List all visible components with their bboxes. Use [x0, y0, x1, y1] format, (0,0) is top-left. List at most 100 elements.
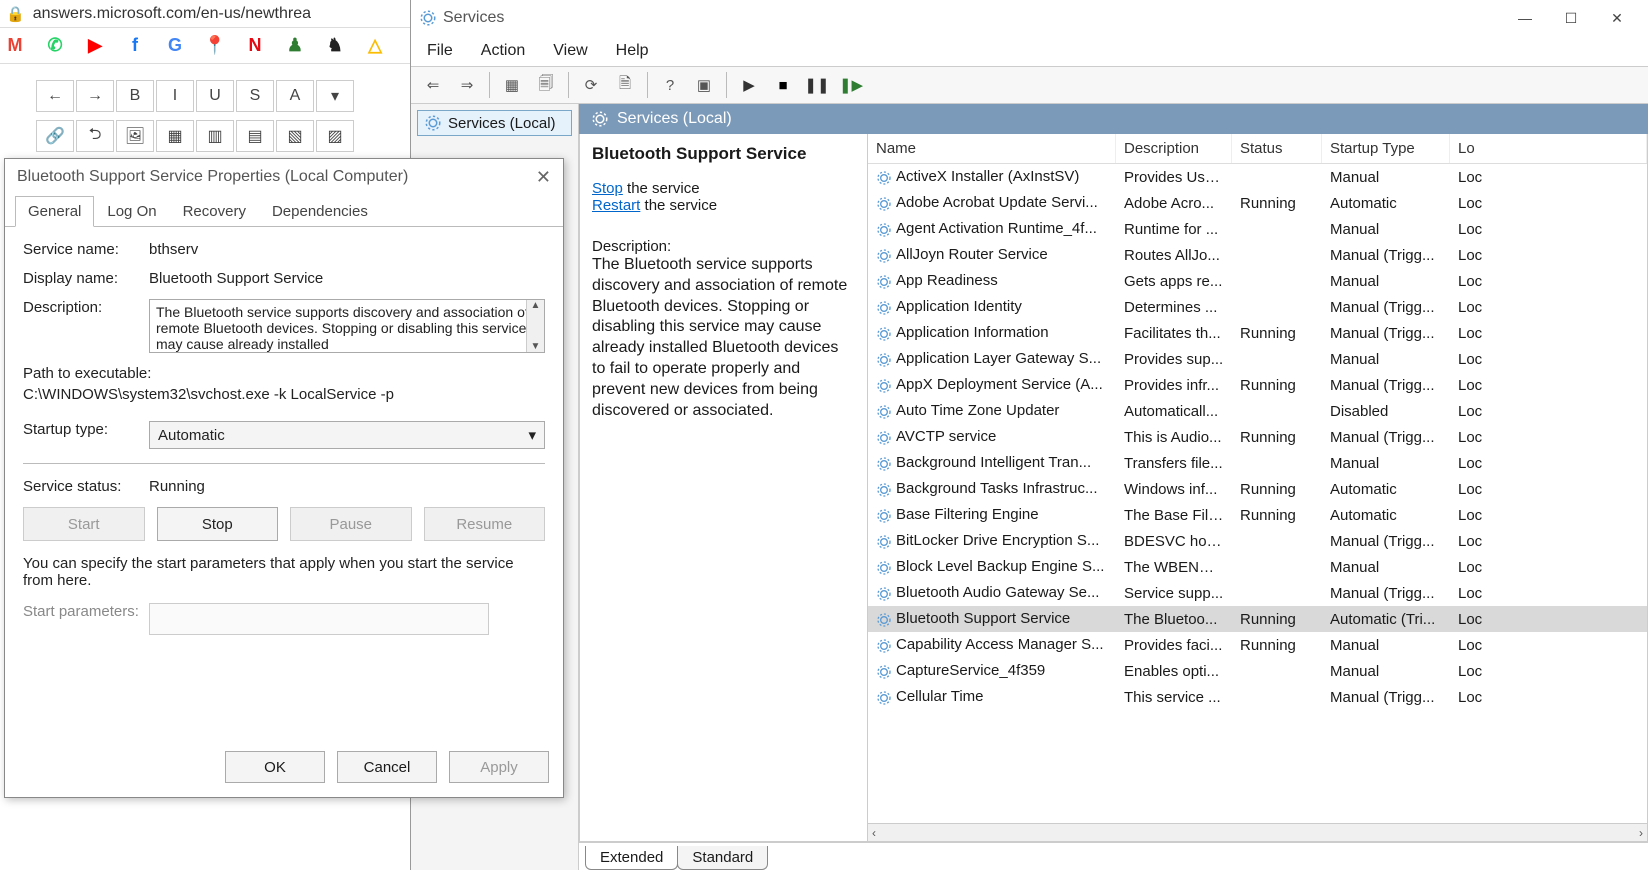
service-row[interactable]: Adobe Acrobat Update Servi...Adobe Acro.… — [868, 190, 1647, 216]
service-row[interactable]: Application IdentityDetermines ...Manual… — [868, 294, 1647, 320]
editor-tool[interactable]: ← — [36, 80, 74, 112]
close-button[interactable]: ✕ — [1594, 3, 1640, 33]
col-status[interactable]: Status — [1232, 134, 1322, 163]
results-pane-header: Services (Local) — [579, 104, 1648, 134]
col-name[interactable]: Name — [868, 134, 1116, 163]
editor-tool[interactable]: 🖼 — [116, 120, 154, 152]
service-row[interactable]: Cellular TimeThis service ...Manual (Tri… — [868, 684, 1647, 710]
service-row[interactable]: Block Level Backup Engine S...The WBENGI… — [868, 554, 1647, 580]
toolbar-refresh[interactable]: ⟳ — [577, 71, 605, 99]
bookmark-chess-pawn[interactable]: ♟ — [284, 35, 306, 57]
service-status-value: Running — [149, 478, 545, 495]
service-row[interactable]: Auto Time Zone UpdaterAutomaticall...Dis… — [868, 398, 1647, 424]
description-label: Description: — [23, 299, 149, 353]
start-button[interactable]: Start — [23, 507, 145, 541]
dialog-tab-general[interactable]: General — [15, 196, 94, 227]
toolbar-forward[interactable]: ⇒ — [453, 71, 481, 99]
description-scrollbar[interactable]: ▲▼ — [526, 300, 544, 352]
apply-button[interactable]: Apply — [449, 751, 549, 783]
editor-tool[interactable]: ▥ — [196, 120, 234, 152]
dialog-tabs: GeneralLog OnRecoveryDependencies — [5, 195, 563, 227]
dialog-tab-log-on[interactable]: Log On — [94, 196, 169, 227]
editor-tool[interactable]: ▧ — [276, 120, 314, 152]
service-row[interactable]: App ReadinessGets apps re...ManualLoc — [868, 268, 1647, 294]
toolbar-restart[interactable]: ❚▶ — [837, 71, 865, 99]
service-row[interactable]: Base Filtering EngineThe Base Filt...Run… — [868, 502, 1647, 528]
menu-action[interactable]: Action — [481, 42, 525, 60]
bookmark-whatsapp[interactable]: ✆ — [44, 35, 66, 57]
horizontal-scrollbar[interactable]: ‹› — [868, 823, 1647, 841]
toolbar-export-list[interactable]: 🗐 — [532, 71, 560, 99]
toolbar-action-pane[interactable]: ▣ — [690, 71, 718, 99]
stop-link[interactable]: Stop — [592, 180, 623, 197]
toolbar-help[interactable]: ? — [656, 71, 684, 99]
toolbar-back[interactable]: ⇐ — [419, 71, 447, 99]
bookmark-google-maps[interactable]: M — [4, 35, 26, 57]
service-row[interactable]: AVCTP serviceThis is Audio...RunningManu… — [868, 424, 1647, 450]
tab-standard[interactable]: Standard — [677, 846, 768, 870]
service-row[interactable]: Agent Activation Runtime_4f...Runtime fo… — [868, 216, 1647, 242]
service-row[interactable]: Capability Access Manager S...Provides f… — [868, 632, 1647, 658]
service-row[interactable]: CaptureService_4f359Enables opti...Manua… — [868, 658, 1647, 684]
menu-view[interactable]: View — [553, 42, 587, 60]
toolbar-properties[interactable]: 🗎 — [611, 71, 639, 99]
stop-button[interactable]: Stop — [157, 507, 279, 541]
toolbar-start[interactable]: ▶ — [735, 71, 763, 99]
editor-tool[interactable]: ▾ — [316, 80, 354, 112]
editor-tool[interactable]: ▨ — [316, 120, 354, 152]
menu-help[interactable]: Help — [616, 42, 649, 60]
dialog-tab-recovery[interactable]: Recovery — [170, 196, 259, 227]
col-logon[interactable]: Lo — [1450, 134, 1647, 163]
editor-tool[interactable]: I — [156, 80, 194, 112]
pause-button[interactable]: Pause — [290, 507, 412, 541]
gear-icon — [876, 612, 892, 628]
service-row[interactable]: Background Tasks Infrastruc...Windows in… — [868, 476, 1647, 502]
maximize-button[interactable]: ☐ — [1548, 3, 1594, 33]
bookmark-facebook[interactable]: f — [124, 35, 146, 57]
service-row[interactable]: Application InformationFacilitates th...… — [868, 320, 1647, 346]
editor-tool[interactable]: ▤ — [236, 120, 274, 152]
list-header[interactable]: Name Description Status Startup Type Lo — [868, 134, 1647, 164]
service-row[interactable]: BitLocker Drive Encryption S...BDESVC ho… — [868, 528, 1647, 554]
resume-button[interactable]: Resume — [424, 507, 546, 541]
service-row[interactable]: AppX Deployment Service (A...Provides in… — [868, 372, 1647, 398]
bookmark-chess-knight[interactable]: ♞ — [324, 35, 346, 57]
menu-file[interactable]: File — [427, 42, 453, 60]
toolbar-show-hide-tree[interactable]: ▦ — [498, 71, 526, 99]
editor-tool[interactable]: ⮌ — [76, 120, 114, 152]
bookmark-google-drive[interactable]: △ — [364, 35, 386, 57]
service-row[interactable]: Bluetooth Audio Gateway Se...Service sup… — [868, 580, 1647, 606]
service-row[interactable]: Bluetooth Support ServiceThe Bluetoo...R… — [868, 606, 1647, 632]
ok-button[interactable]: OK — [225, 751, 325, 783]
editor-tool[interactable]: → — [76, 80, 114, 112]
bookmark-netflix[interactable]: N — [244, 35, 266, 57]
service-row[interactable]: Application Layer Gateway S...Provides s… — [868, 346, 1647, 372]
service-row[interactable]: ActiveX Installer (AxInstSV)Provides Use… — [868, 164, 1647, 190]
close-icon[interactable]: ✕ — [536, 167, 551, 188]
editor-tool[interactable]: A — [276, 80, 314, 112]
editor-tool[interactable]: U — [196, 80, 234, 112]
col-description[interactable]: Description — [1116, 134, 1232, 163]
service-row[interactable]: AllJoyn Router ServiceRoutes AllJo...Man… — [868, 242, 1647, 268]
startup-type-combo[interactable]: Automatic ▾ — [149, 421, 545, 449]
editor-tool[interactable]: S — [236, 80, 274, 112]
cancel-button[interactable]: Cancel — [337, 751, 437, 783]
tree-node-services-local[interactable]: Services (Local) — [417, 110, 572, 136]
bookmark-maps-pin[interactable]: 📍 — [204, 35, 226, 57]
start-params-input[interactable] — [149, 603, 489, 635]
tab-extended[interactable]: Extended — [585, 846, 678, 870]
editor-tool[interactable]: B — [116, 80, 154, 112]
bookmark-youtube[interactable]: ▶ — [84, 35, 106, 57]
dialog-tab-dependencies[interactable]: Dependencies — [259, 196, 381, 227]
toolbar-pause[interactable]: ❚❚ — [803, 71, 831, 99]
editor-tool[interactable]: 🔗 — [36, 120, 74, 152]
description-textbox[interactable]: The Bluetooth service supports discovery… — [149, 299, 545, 353]
service-row[interactable]: Background Intelligent Tran...Transfers … — [868, 450, 1647, 476]
minimize-button[interactable]: — — [1502, 3, 1548, 33]
toolbar-stop[interactable]: ■ — [769, 71, 797, 99]
col-startup-type[interactable]: Startup Type — [1322, 134, 1450, 163]
restart-link[interactable]: Restart — [592, 197, 640, 214]
separator — [23, 463, 545, 464]
bookmark-google-translate[interactable]: G — [164, 35, 186, 57]
editor-tool[interactable]: ▦ — [156, 120, 194, 152]
